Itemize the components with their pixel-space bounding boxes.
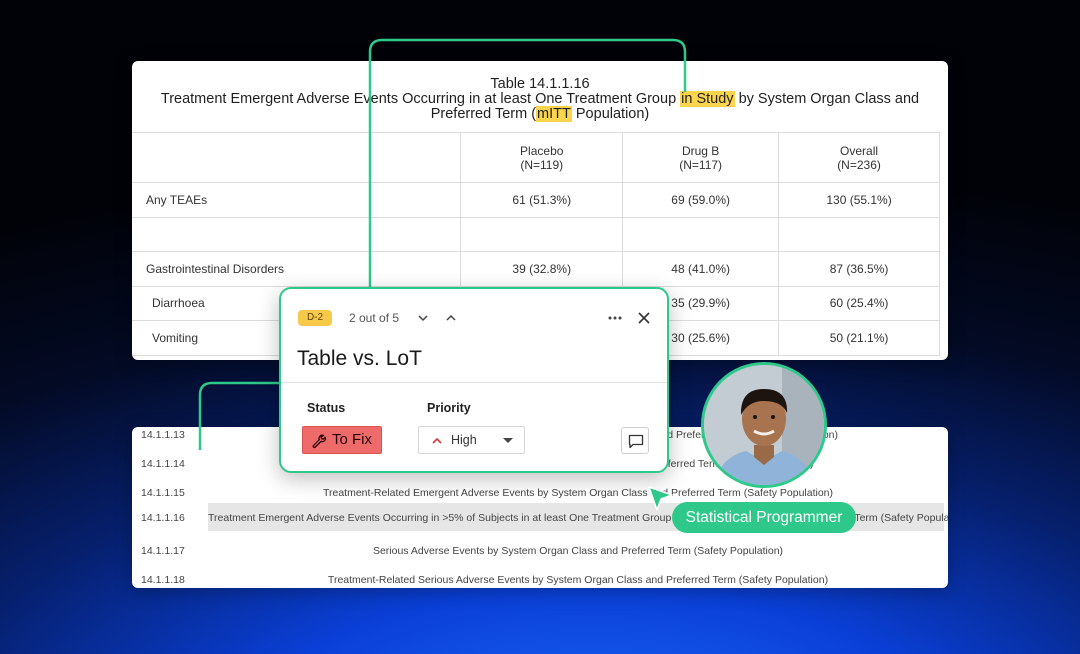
comment-icon bbox=[628, 434, 644, 449]
table-number: Table 14.1.1.16 bbox=[490, 76, 590, 92]
cell: 69 (59.0%) bbox=[622, 182, 780, 218]
table-row bbox=[132, 216, 940, 252]
col-name: Drug B bbox=[681, 143, 720, 158]
wrench-icon bbox=[312, 434, 327, 449]
col-header: Drug B (N=117) bbox=[622, 132, 780, 183]
person-photo bbox=[704, 365, 824, 485]
cell: 87 (36.5%) bbox=[778, 251, 940, 287]
cell bbox=[460, 216, 624, 252]
list-item-title: Serious Adverse Events by System Organ C… bbox=[372, 545, 784, 557]
col-n: (N=236) bbox=[837, 157, 881, 172]
table-row: Gastrointestinal Disorders 39 (32.8%) 48… bbox=[132, 251, 940, 287]
chevron-down-icon[interactable] bbox=[417, 313, 429, 323]
cell: 61 (51.3%) bbox=[460, 182, 624, 218]
col-n: (N=119) bbox=[520, 157, 564, 172]
status-value: To Fix bbox=[332, 431, 373, 448]
table-title: Table 14.1.1.16 Treatment Emergent Adver… bbox=[132, 77, 948, 122]
user-role-label: Statistical Programmer bbox=[672, 502, 856, 533]
col-header: Overall (N=236) bbox=[778, 132, 940, 183]
table-title-line: Preferred Term (mITT Population) bbox=[132, 106, 948, 122]
cell: 130 (55.1%) bbox=[778, 182, 940, 218]
issue-title: Table vs. LoT bbox=[297, 347, 422, 370]
title-text: Preferred Term ( bbox=[430, 106, 537, 122]
priority-label: Priority bbox=[427, 401, 471, 415]
row-label: Gastrointestinal Disorders bbox=[132, 251, 462, 287]
list-item-number: 14.1.1.13 bbox=[141, 429, 185, 441]
dropdown-caret-icon bbox=[503, 438, 513, 443]
highlight-in-study: in Study bbox=[680, 91, 735, 107]
col-name: Placebo bbox=[520, 143, 564, 158]
avatar bbox=[701, 362, 827, 488]
issue-badge: D-2 bbox=[298, 310, 332, 326]
table-header-row: Placebo (N=119) Drug B (N=117) Overall (N=2… bbox=[132, 132, 940, 183]
cell: 39 (32.8%) bbox=[460, 251, 624, 287]
title-text: Treatment Emergent Adverse Events Occurr… bbox=[160, 91, 681, 107]
list-item[interactable]: 14.1.1.17 Serious Adverse Events by Syste… bbox=[132, 537, 948, 566]
cell bbox=[778, 216, 940, 252]
chevron-up-icon[interactable] bbox=[445, 313, 457, 323]
status-button[interactable]: To Fix bbox=[302, 426, 382, 454]
issue-popup: D-2 2 out of 5 Table vs. LoT Status Prio… bbox=[279, 287, 669, 473]
list-item-number: 14.1.1.16 bbox=[141, 512, 185, 524]
row-label: Any TEAEs bbox=[132, 182, 462, 218]
list-item-number: 14.1.1.14 bbox=[141, 458, 185, 470]
list-item-number: 14.1.1.17 bbox=[141, 545, 185, 557]
cell: 60 (25.4%) bbox=[778, 285, 940, 321]
list-item-title: Treatment-Related Serious Adverse Events… bbox=[327, 574, 829, 586]
cell: 50 (21.1%) bbox=[778, 320, 940, 356]
more-icon[interactable] bbox=[607, 313, 623, 323]
list-item-number: 14.1.1.15 bbox=[141, 487, 185, 499]
status-label: Status bbox=[307, 401, 346, 415]
close-icon[interactable] bbox=[637, 311, 651, 325]
highlight-mitt: mITT bbox=[536, 106, 572, 122]
title-text: by System Organ Class and bbox=[734, 91, 920, 107]
col-n: (N=117) bbox=[679, 157, 723, 172]
comment-button[interactable] bbox=[621, 427, 649, 454]
row-label bbox=[132, 216, 462, 252]
priority-up-icon bbox=[432, 437, 442, 444]
priority-select[interactable]: High bbox=[418, 426, 525, 454]
list-item[interactable]: 14.1.1.18 Treatment-Related Serious Adver… bbox=[132, 566, 948, 588]
divider bbox=[281, 382, 667, 383]
list-item-number: 14.1.1.18 bbox=[141, 574, 185, 586]
table-title-line: Treatment Emergent Adverse Events Occurr… bbox=[132, 91, 948, 107]
col-name: Overall bbox=[840, 143, 879, 158]
title-text: Population) bbox=[571, 106, 650, 122]
cell: 48 (41.0%) bbox=[622, 251, 780, 287]
header-empty bbox=[132, 132, 462, 183]
table-row: Any TEAEs 61 (51.3%) 69 (59.0%) 130 (55.… bbox=[132, 182, 940, 218]
col-header: Placebo (N=119) bbox=[460, 132, 624, 183]
priority-value: High bbox=[451, 433, 477, 447]
cell bbox=[622, 216, 780, 252]
list-item-title: Treatment-Related Emergent Adverse Event… bbox=[322, 487, 834, 499]
issue-counter: 2 out of 5 bbox=[349, 311, 400, 325]
